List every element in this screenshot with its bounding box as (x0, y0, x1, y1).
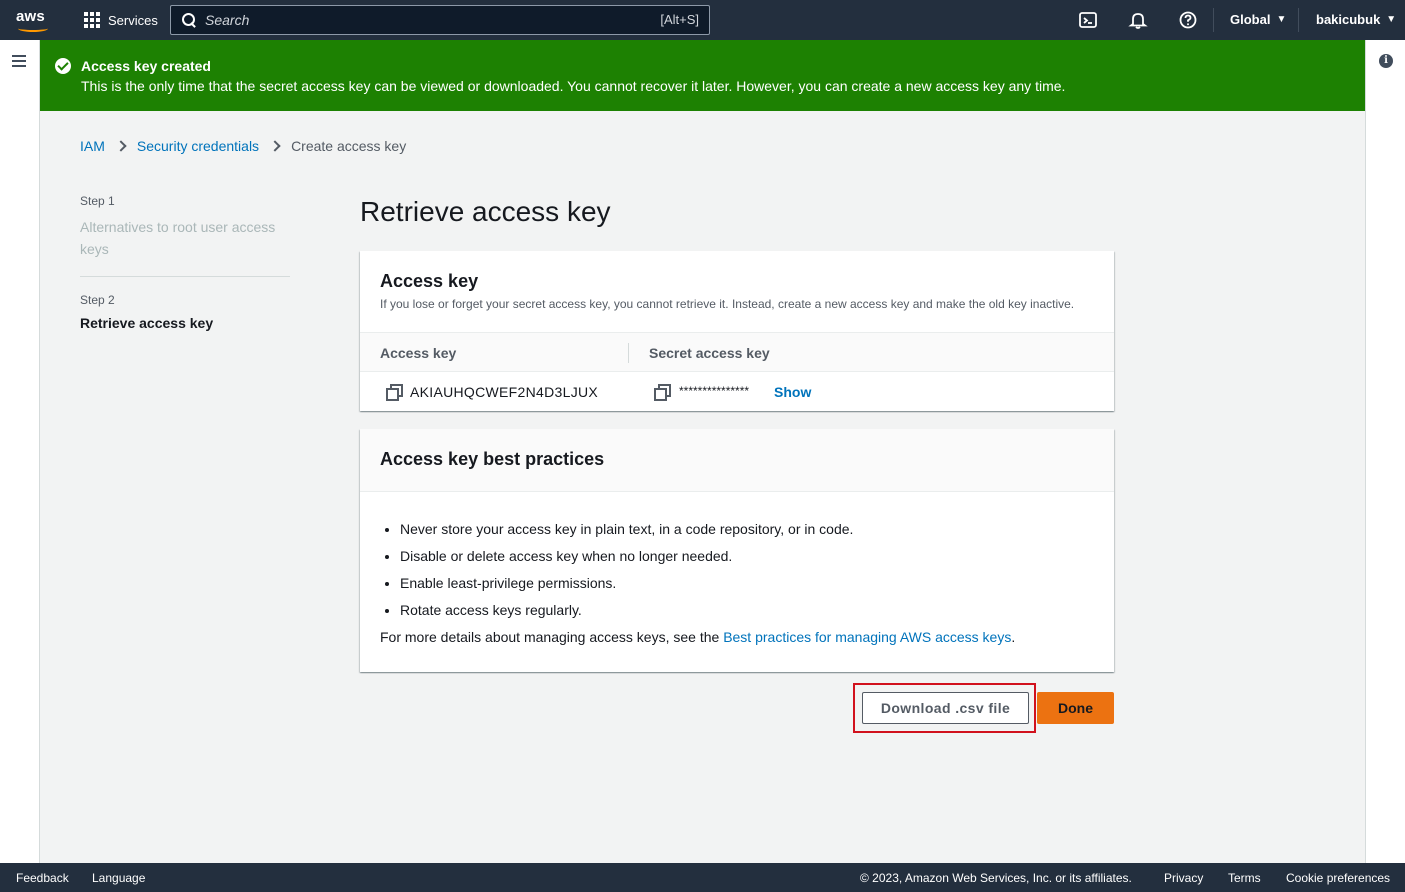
search-icon (181, 12, 197, 28)
breadcrumb-current: Create access key (291, 138, 407, 154)
aws-logo-text: aws (16, 8, 45, 25)
aws-smile-icon (18, 25, 48, 32)
column-divider (628, 343, 629, 363)
footer-feedback-link[interactable]: Feedback (16, 871, 69, 885)
column-header-access-key: Access key (380, 345, 457, 361)
page-footer: Feedback Language © 2023, Amazon Web Ser… (0, 863, 1405, 892)
notifications-bell-icon[interactable] (1128, 10, 1148, 30)
best-practices-card: Access key best practices Never store yo… (360, 429, 1114, 672)
breadcrumb-iam-link[interactable]: IAM (80, 138, 105, 154)
menu-hamburger-icon[interactable] (12, 55, 26, 67)
breadcrumb-security-credentials-link[interactable]: Security credentials (137, 138, 259, 154)
show-secret-link[interactable]: Show (774, 384, 811, 400)
footer-privacy-link[interactable]: Privacy (1164, 871, 1203, 885)
info-icon[interactable]: i (1379, 54, 1393, 68)
best-practices-list: Never store your access key in plain tex… (400, 516, 853, 624)
search-box[interactable]: [Alt+S] (170, 5, 710, 35)
top-navigation: aws Services [Alt+S] Global ▼ bakicubuk … (0, 0, 1405, 40)
secret-access-key-masked: *************** (679, 384, 750, 398)
list-item: Disable or delete access key when no lon… (400, 543, 853, 570)
footer-cookie-preferences-link[interactable]: Cookie preferences (1286, 871, 1390, 885)
list-item: Enable least-privilege permissions. (400, 570, 853, 597)
nav-divider (1213, 8, 1214, 32)
account-label: bakicubuk (1316, 12, 1381, 27)
footer-copyright: © 2023, Amazon Web Services, Inc. or its… (860, 871, 1132, 885)
step-2-label: Retrieve access key (80, 315, 214, 331)
main-content: Access key created This is the only time… (40, 40, 1365, 863)
access-key-card-title: Access key (380, 271, 479, 291)
done-button[interactable]: Done (1037, 692, 1114, 724)
help-icon[interactable] (1178, 10, 1198, 30)
step-1-label: Alternatives to root user access keys (80, 219, 276, 257)
chevron-right-icon (269, 140, 281, 152)
footer-language-link[interactable]: Language (92, 871, 145, 885)
access-key-card-header: Access key If you lose or forget your se… (380, 271, 1074, 311)
account-menu[interactable]: bakicubuk ▼ (1316, 12, 1396, 27)
nav-divider (1298, 8, 1299, 32)
grid-icon (84, 12, 100, 28)
cloudshell-icon[interactable] (1078, 10, 1098, 30)
best-practices-link[interactable]: Best practices for managing AWS access k… (723, 629, 1011, 645)
step-1-number: Step 1 (80, 194, 115, 208)
list-item: Rotate access keys regularly. (400, 597, 853, 624)
caret-down-icon: ▼ (1386, 14, 1397, 25)
best-practices-footer: For more details about managing access k… (380, 629, 1015, 645)
access-key-table-header: Access key Secret access key (360, 332, 1114, 372)
region-label: Global (1230, 12, 1271, 27)
region-selector[interactable]: Global ▼ (1230, 12, 1286, 27)
best-practices-card-header: Access key best practices (360, 429, 1114, 492)
footer-terms-link[interactable]: Terms (1228, 871, 1261, 885)
best-practices-footer-prefix: For more details about managing access k… (380, 629, 724, 645)
check-circle-icon (55, 58, 71, 74)
flash-title: Access key created (81, 58, 211, 74)
access-key-card-description: If you lose or forget your secret access… (380, 297, 1075, 311)
copy-icon[interactable] (654, 384, 671, 401)
aws-logo[interactable]: aws (16, 8, 52, 34)
services-label: Services (108, 12, 158, 28)
access-key-card: Access key If you lose or forget your se… (360, 251, 1114, 411)
step-2-number: Step 2 (80, 293, 115, 307)
services-menu-button[interactable]: Services (84, 12, 158, 28)
best-practices-card-title: Access key best practices (380, 449, 605, 469)
list-item: Never store your access key in plain tex… (400, 516, 853, 543)
left-rail (0, 40, 40, 863)
chevron-right-icon (115, 140, 127, 152)
breadcrumb: IAM Security credentials Create access k… (80, 138, 406, 154)
search-input[interactable] (205, 12, 625, 28)
step-divider (80, 276, 290, 277)
copy-icon[interactable] (386, 384, 403, 401)
column-header-secret-access-key: Secret access key (649, 345, 770, 361)
success-flash-banner: Access key created This is the only time… (40, 40, 1365, 111)
download-csv-button[interactable]: Download .csv file (862, 692, 1029, 724)
page-title: Retrieve access key (360, 196, 611, 227)
caret-down-icon: ▼ (1276, 14, 1287, 25)
best-practices-footer-suffix: . (1011, 629, 1016, 645)
search-shortcut-hint: [Alt+S] (660, 12, 699, 27)
flash-message: This is the only time that the secret ac… (81, 78, 1066, 94)
right-rail: i (1365, 40, 1405, 863)
table-row: AKIAUHQCWEF2N4D3LJUX *************** Sho… (360, 372, 1114, 410)
access-key-value: AKIAUHQCWEF2N4D3LJUX (410, 384, 599, 400)
wizard-steps: Step 1 Alternatives to root user access … (80, 194, 290, 331)
